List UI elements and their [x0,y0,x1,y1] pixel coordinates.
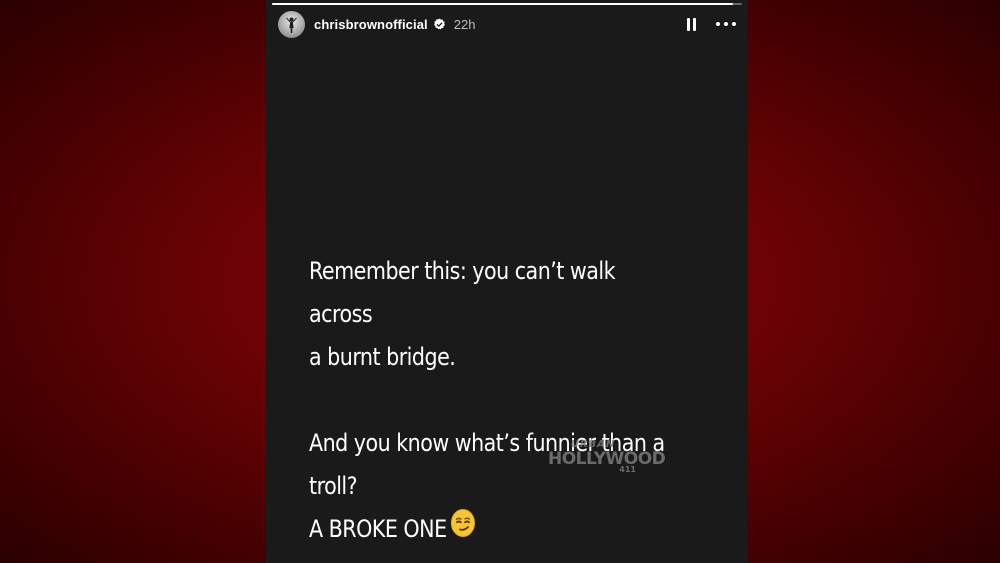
story-text: Remember this: you can’t walk across a b… [309,250,679,552]
username[interactable]: chrisbrownofficial [314,17,428,32]
story-header: chrisbrownofficial 22h [278,10,736,38]
smirking-face-emoji [450,508,476,552]
story-progress-bar [272,3,742,5]
avatar[interactable] [278,10,305,38]
story-text-line-final: A BROKE ONE [309,508,679,552]
pause-icon[interactable] [682,15,700,33]
watermark-logo: URBAN HOLLYWOOD 411 [548,440,666,474]
post-time: 22h [453,16,476,32]
verified-badge-icon [433,18,446,31]
more-options-icon[interactable] [716,15,736,33]
story-text-punchline: A BROKE ONE [309,515,447,543]
story-text-line: a burnt bridge. [309,343,456,371]
story-card[interactable]: chrisbrownofficial 22h Remember this: yo… [266,0,748,563]
story-text-line: Remember this: you can’t walk across [309,257,616,328]
story-progress-fill [272,3,733,5]
